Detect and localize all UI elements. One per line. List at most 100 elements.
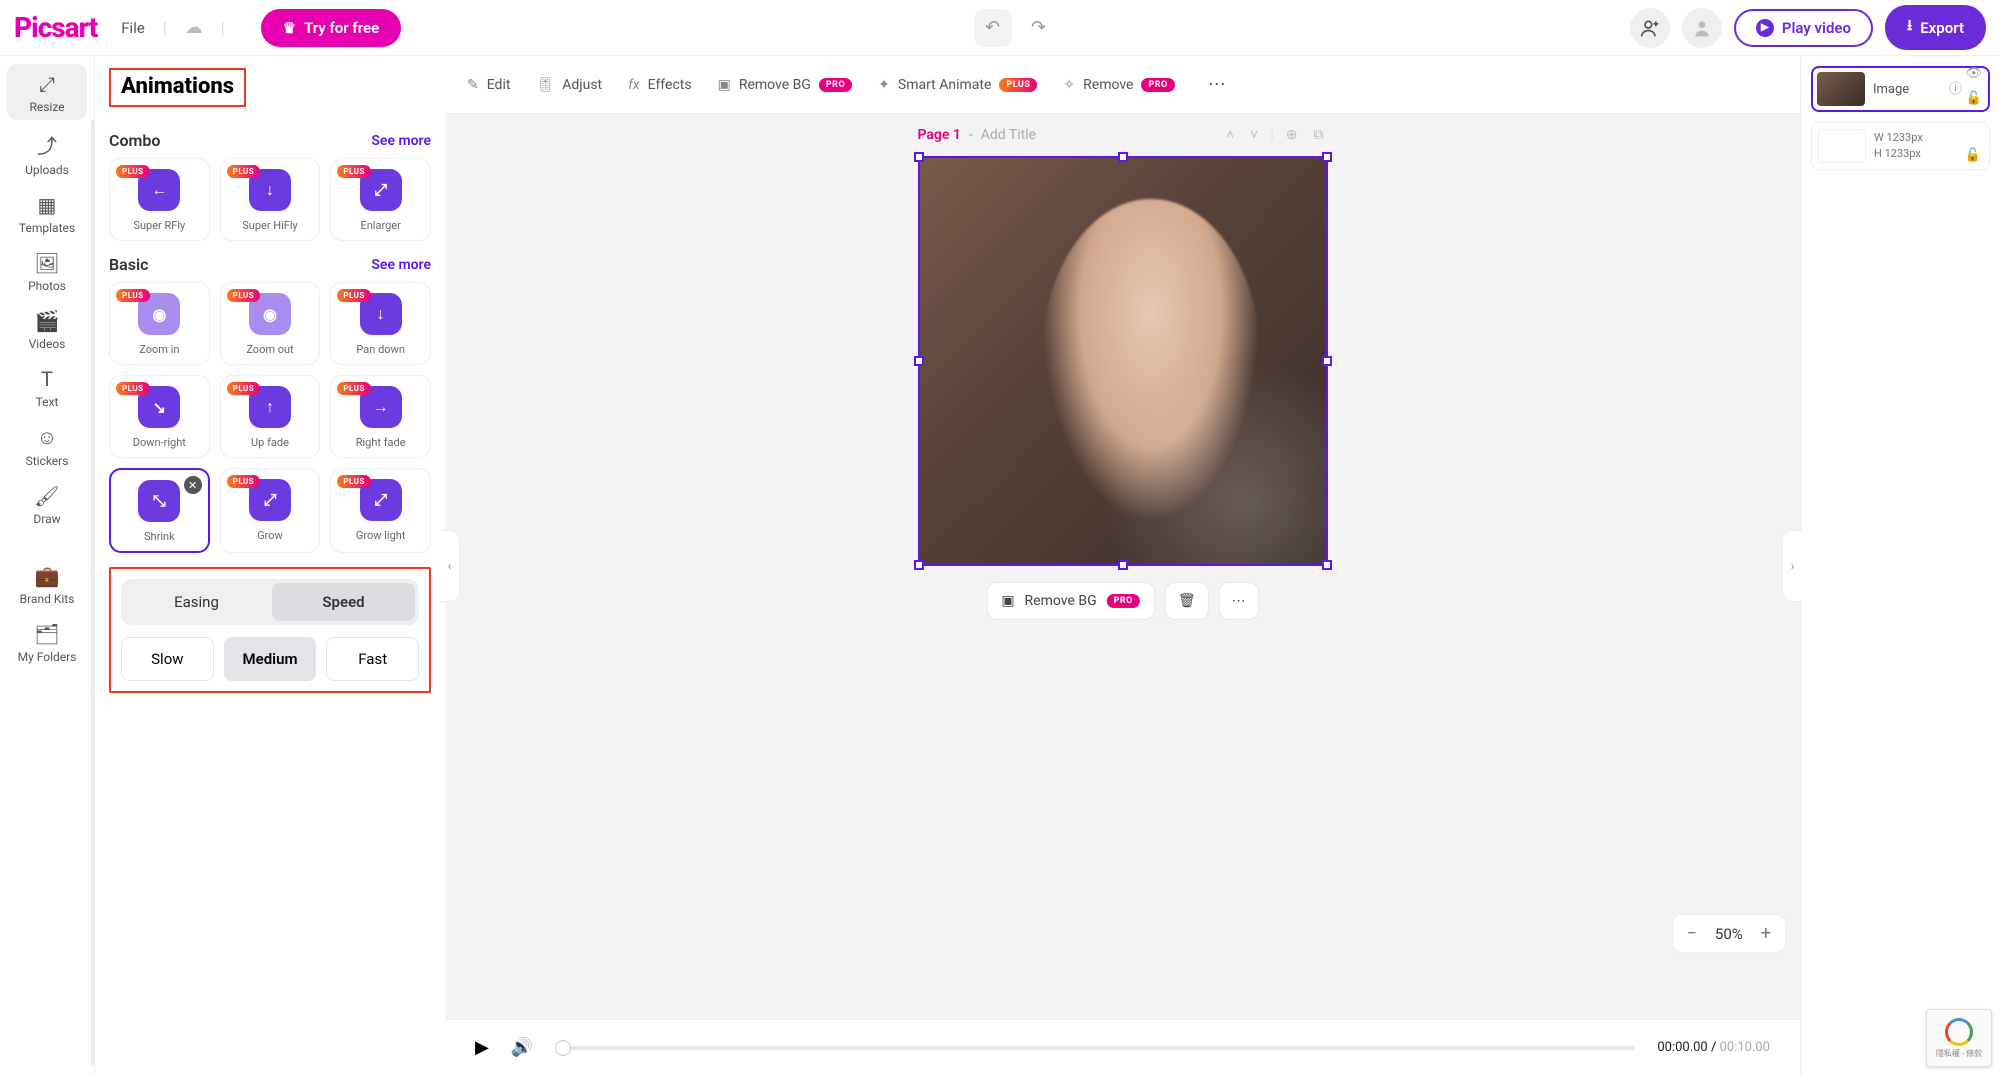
rail-brand-kits[interactable]: 💼Brand Kits (7, 556, 87, 612)
zoom-out-button[interactable]: − (1687, 923, 1697, 944)
plus-badge: PLUS (116, 165, 150, 178)
rail-my-folders[interactable]: 🗂My Folders (7, 614, 87, 670)
timeline-playhead[interactable] (555, 1040, 571, 1056)
recaptcha-badge[interactable]: 隱私權 - 條款 (1926, 1009, 1992, 1067)
anim-shrink[interactable]: ✕⤡Shrink (109, 468, 210, 553)
rail-templates[interactable]: ▦Templates (7, 185, 87, 241)
page-add-icon[interactable]: ⊕ (1282, 125, 1302, 145)
canvas-stage[interactable]: Page 1 - Add Title ˄ ˅ | ⊕ ⧉ (445, 114, 1800, 1019)
anim-grow-light[interactable]: PLUS⤢Grow light (330, 468, 431, 553)
person-plus-icon (1640, 18, 1660, 38)
collapse-panel-button[interactable]: ‹ (440, 530, 460, 602)
history-controls: ↶ ↷ (401, 9, 1630, 47)
page-move-up-icon[interactable]: ˄ (1222, 124, 1238, 145)
play-video-button[interactable]: ▶ Play video (1734, 9, 1873, 47)
visibility-icon[interactable]: 👁 (1965, 66, 1982, 81)
account-avatar[interactable] (1682, 8, 1722, 48)
ctx-adjust[interactable]: 🎚Adjust (536, 77, 602, 93)
cloud-sync-icon[interactable]: ☁ (185, 17, 203, 38)
anim-super-rfly[interactable]: PLUS←Super RFly (109, 158, 210, 241)
selected-image[interactable] (918, 156, 1328, 566)
lock-icon[interactable]: 🔓 (1965, 148, 1981, 163)
pro-badge: PRO (819, 78, 852, 92)
speed-fast[interactable]: Fast (326, 637, 419, 681)
anim-zoom-in[interactable]: PLUS◉Zoom in (109, 282, 210, 365)
lock-icon[interactable]: 🔓 (1966, 91, 1982, 106)
edit-icon: ✎ (467, 77, 479, 93)
zoom-in-button[interactable]: + (1761, 923, 1771, 944)
info-icon[interactable]: ⓘ (1949, 78, 1962, 97)
collapse-layers-button[interactable]: › (1782, 530, 1802, 602)
anim-down-right[interactable]: PLUS↘Down-right (109, 375, 210, 458)
page-move-down-icon[interactable]: ˅ (1246, 124, 1262, 145)
resize-handle[interactable] (914, 560, 924, 570)
export-label: Export (1920, 19, 1964, 37)
layer-name: Image (1873, 82, 1909, 97)
section-basic-see-more[interactable]: See more (371, 257, 431, 273)
plus-badge: PLUS (999, 78, 1037, 92)
layer-image[interactable]: Image 👁 ⓘ 🔓 (1811, 66, 1990, 112)
tab-speed[interactable]: Speed (272, 583, 415, 621)
speed-slow[interactable]: Slow (121, 637, 214, 681)
floating-delete[interactable]: 🗑 (1165, 582, 1209, 620)
anim-thumb-icon: ⤡ (138, 480, 180, 522)
anim-grow[interactable]: PLUS⤢Grow (220, 468, 321, 553)
undo-button[interactable]: ↶ (974, 9, 1012, 47)
anim-zoom-out[interactable]: PLUS◉Zoom out (220, 282, 321, 365)
layers-panel: Image 👁 ⓘ 🔓 W 1233px H 1233px 🔓 (1800, 56, 2000, 1075)
resize-handle[interactable] (914, 152, 924, 162)
remove-animation-icon[interactable]: ✕ (184, 476, 202, 494)
resize-handle[interactable] (914, 356, 924, 366)
draw-icon: 🖌 (34, 484, 59, 508)
floating-remove-bg[interactable]: ▣ Remove BG PRO (986, 582, 1155, 620)
anim-right-fade[interactable]: PLUS→Right fade (330, 375, 431, 458)
floating-more[interactable]: ⋯ (1219, 582, 1259, 620)
rail-resize[interactable]: ⤢Resize (7, 64, 87, 120)
layer-artboard[interactable]: W 1233px H 1233px 🔓 (1811, 122, 1990, 170)
effects-icon: fx (628, 77, 639, 93)
resize-handle[interactable] (1118, 152, 1128, 162)
export-button[interactable]: ⭳ Export (1885, 5, 1986, 50)
speed-medium[interactable]: Medium (224, 637, 317, 681)
timeline-track[interactable] (555, 1046, 1635, 1050)
recaptcha-text: 隱私權 - 條款 (1936, 1048, 1982, 1059)
redo-button[interactable]: ↷ (1020, 9, 1058, 47)
ctx-effects[interactable]: fxEffects (628, 77, 691, 93)
file-menu[interactable]: File (121, 19, 145, 37)
rail-uploads[interactable]: ⤴Uploads (7, 122, 87, 183)
anim-enlarger[interactable]: PLUS⤢Enlarger (330, 158, 431, 241)
resize-handle[interactable] (1322, 152, 1332, 162)
resize-handle[interactable] (1118, 560, 1128, 570)
panel-title: Animations (121, 74, 234, 99)
tab-easing[interactable]: Easing (125, 583, 268, 621)
try-for-free-button[interactable]: ♛ Try for free (261, 9, 402, 47)
section-combo-header: Combo See more (109, 131, 431, 150)
resize-handle[interactable] (1322, 560, 1332, 570)
play-icon: ▶ (1756, 19, 1774, 37)
anim-pan-down[interactable]: PLUS↓Pan down (330, 282, 431, 365)
text-icon: T (41, 367, 53, 391)
ctx-edit[interactable]: ✎Edit (467, 77, 510, 93)
rail-photos[interactable]: 🖼Photos (7, 243, 87, 299)
pro-badge: PRO (1107, 594, 1140, 608)
page-title-input[interactable]: Add Title (981, 127, 1036, 143)
plus-badge: PLUS (116, 289, 150, 302)
rail-scrollbar[interactable] (91, 120, 95, 1065)
rail-draw[interactable]: 🖌Draw (7, 476, 87, 532)
rail-videos[interactable]: 🎬Videos (7, 301, 87, 357)
timeline-volume-button[interactable]: 🔊 (511, 1037, 533, 1058)
anim-up-fade[interactable]: PLUS↑Up fade (220, 375, 321, 458)
ctx-remove-bg[interactable]: ▣Remove BGPRO (718, 77, 853, 93)
resize-handle[interactable] (1322, 356, 1332, 366)
page-duplicate-icon[interactable]: ⧉ (1310, 125, 1328, 145)
ctx-more-button[interactable]: ⋯ (1201, 69, 1233, 101)
layer-thumbnail (1817, 72, 1865, 106)
rail-text[interactable]: TText (7, 359, 87, 415)
invite-user-button[interactable] (1630, 8, 1670, 48)
ctx-smart-animate[interactable]: ✦Smart AnimatePLUS (878, 77, 1037, 93)
section-combo-see-more[interactable]: See more (371, 133, 431, 149)
anim-super-hifly[interactable]: PLUS↓Super HiFly (220, 158, 321, 241)
ctx-remove[interactable]: ✧RemovePRO (1063, 77, 1174, 93)
rail-stickers[interactable]: ☺Stickers (7, 417, 87, 474)
timeline-play-button[interactable]: ▶ (475, 1037, 489, 1058)
